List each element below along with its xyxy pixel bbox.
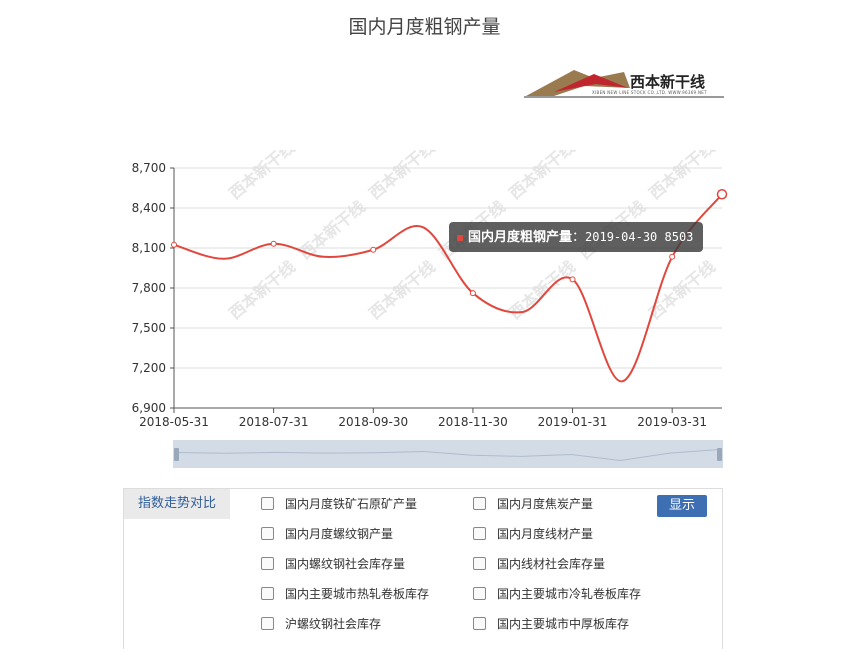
compare-option-label: 国内线材社会库存量	[497, 557, 606, 571]
tooltip-series-name: 国内月度粗钢产量	[468, 230, 573, 245]
watermark-text: 西本新干线	[505, 150, 579, 203]
compare-option-label: 国内主要城市中厚板库存	[497, 617, 630, 631]
y-tick-label: 7,500	[132, 321, 166, 335]
compare-option-label: 国内月度焦炭产量	[497, 497, 594, 511]
y-tick-label: 8,400	[132, 201, 166, 215]
slider-track	[173, 440, 723, 468]
compare-checkbox[interactable]	[473, 617, 486, 630]
tooltip-marker	[457, 234, 463, 241]
compare-option[interactable]: 国内月度线材产量	[473, 524, 593, 544]
data-point	[469, 290, 476, 297]
compare-option[interactable]: 国内线材社会库存量	[473, 554, 605, 574]
slider-left-handle[interactable]	[174, 448, 179, 461]
y-axis-ticks: 6,900 7,200 7,500 7,800 8,100 8,400 8,700	[132, 161, 175, 415]
compare-option-label: 国内主要城市冷轧卷板库存	[497, 587, 642, 601]
y-tick-label: 8,700	[132, 161, 166, 175]
compare-option[interactable]: 国内月度铁矿石原矿产量	[261, 494, 417, 514]
compare-option[interactable]: 国内主要城市冷轧卷板库存	[473, 584, 641, 604]
compare-checkbox[interactable]	[473, 527, 486, 540]
compare-option[interactable]: 国内月度螺纹钢产量	[261, 524, 393, 544]
data-point	[370, 246, 377, 253]
logo-subtitle: XIBEN NEW LINE STOCK CO.,LTD. WWW.96369.…	[592, 90, 707, 95]
watermark-text: 西本新干线	[645, 150, 719, 203]
compare-option-label: 国内主要城市热轧卷板库存	[285, 587, 430, 601]
chart-tooltip: 国内月度粗钢产量：2019-04-30 8503	[449, 222, 704, 252]
x-axis-ticks: 2018-05-31 2018-07-31 2018-09-30 2018-11-30…	[139, 408, 707, 429]
compare-option[interactable]: 国内主要城市热轧卷板库存	[261, 584, 429, 604]
data-point	[171, 241, 177, 248]
compare-checkbox[interactable]	[261, 617, 274, 630]
compare-option-label: 国内螺纹钢社会库存量	[285, 557, 406, 571]
tooltip-value: 2019-04-30 8503	[585, 230, 694, 244]
compare-checkbox[interactable]	[261, 587, 274, 600]
compare-option-label: 国内月度螺纹钢产量	[285, 527, 394, 541]
compare-checkbox[interactable]	[473, 497, 486, 510]
watermark-text: 西本新干线	[225, 257, 299, 323]
y-tick-label: 6,900	[132, 401, 166, 415]
compare-option[interactable]: 国内月度焦炭产量	[473, 494, 593, 514]
tooltip-separator: ：	[572, 230, 586, 245]
compare-checkbox[interactable]	[473, 557, 486, 570]
data-point	[569, 276, 576, 283]
show-button[interactable]: 显示	[657, 495, 707, 517]
data-point	[270, 240, 277, 247]
data-point	[669, 253, 676, 260]
compare-panel: 指数走势对比 显示 国内月度铁矿石原矿产量 国内月度焦炭产量 国内月度螺纹钢产量 国内…	[123, 488, 723, 649]
watermark-text: 西本新干线	[365, 150, 439, 203]
compare-checkbox[interactable]	[261, 527, 274, 540]
compare-option[interactable]: 国内螺纹钢社会库存量	[261, 554, 405, 574]
compare-option-label: 国内月度线材产量	[497, 527, 594, 541]
watermark-text: 西本新干线	[645, 257, 719, 323]
y-tick-label: 8,100	[132, 241, 166, 255]
compare-checkbox[interactable]	[261, 557, 274, 570]
compare-option[interactable]: 沪螺纹钢社会库存	[261, 614, 381, 634]
compare-option-label: 沪螺纹钢社会库存	[285, 617, 382, 631]
slider-right-handle[interactable]	[717, 448, 722, 461]
page-title: 国内月度粗钢产量	[348, 16, 501, 38]
highlighted-data-point	[716, 189, 728, 200]
y-tick-label: 7,200	[132, 361, 166, 375]
compare-checkbox[interactable]	[261, 497, 274, 510]
x-tick-label: 2018-05-31	[139, 415, 209, 429]
x-tick-label: 2018-11-30	[438, 415, 508, 429]
x-tick-label: 2019-01-31	[538, 415, 608, 429]
compare-tab[interactable]: 指数走势对比	[124, 489, 230, 519]
x-tick-label: 2018-09-30	[338, 415, 408, 429]
compare-option[interactable]: 国内主要城市中厚板库存	[473, 614, 629, 634]
watermark-text: 西本新干线	[365, 257, 439, 323]
y-tick-label: 7,800	[132, 281, 166, 295]
data-zoom-slider[interactable]	[173, 440, 723, 468]
line-chart: 西本新干线 西本新干线 西本新干线 西本新干线西本新干线 西本新干线 西本新干线 西本新干线…	[132, 150, 728, 429]
compare-checkbox[interactable]	[473, 587, 486, 600]
compare-option-label: 国内月度铁矿石原矿产量	[285, 497, 418, 511]
x-tick-label: 2018-07-31	[239, 415, 309, 429]
watermark-text: 西本新干线	[225, 150, 299, 203]
logo-text: 西本新干线	[630, 73, 706, 91]
x-tick-label: 2019-03-31	[637, 415, 707, 429]
